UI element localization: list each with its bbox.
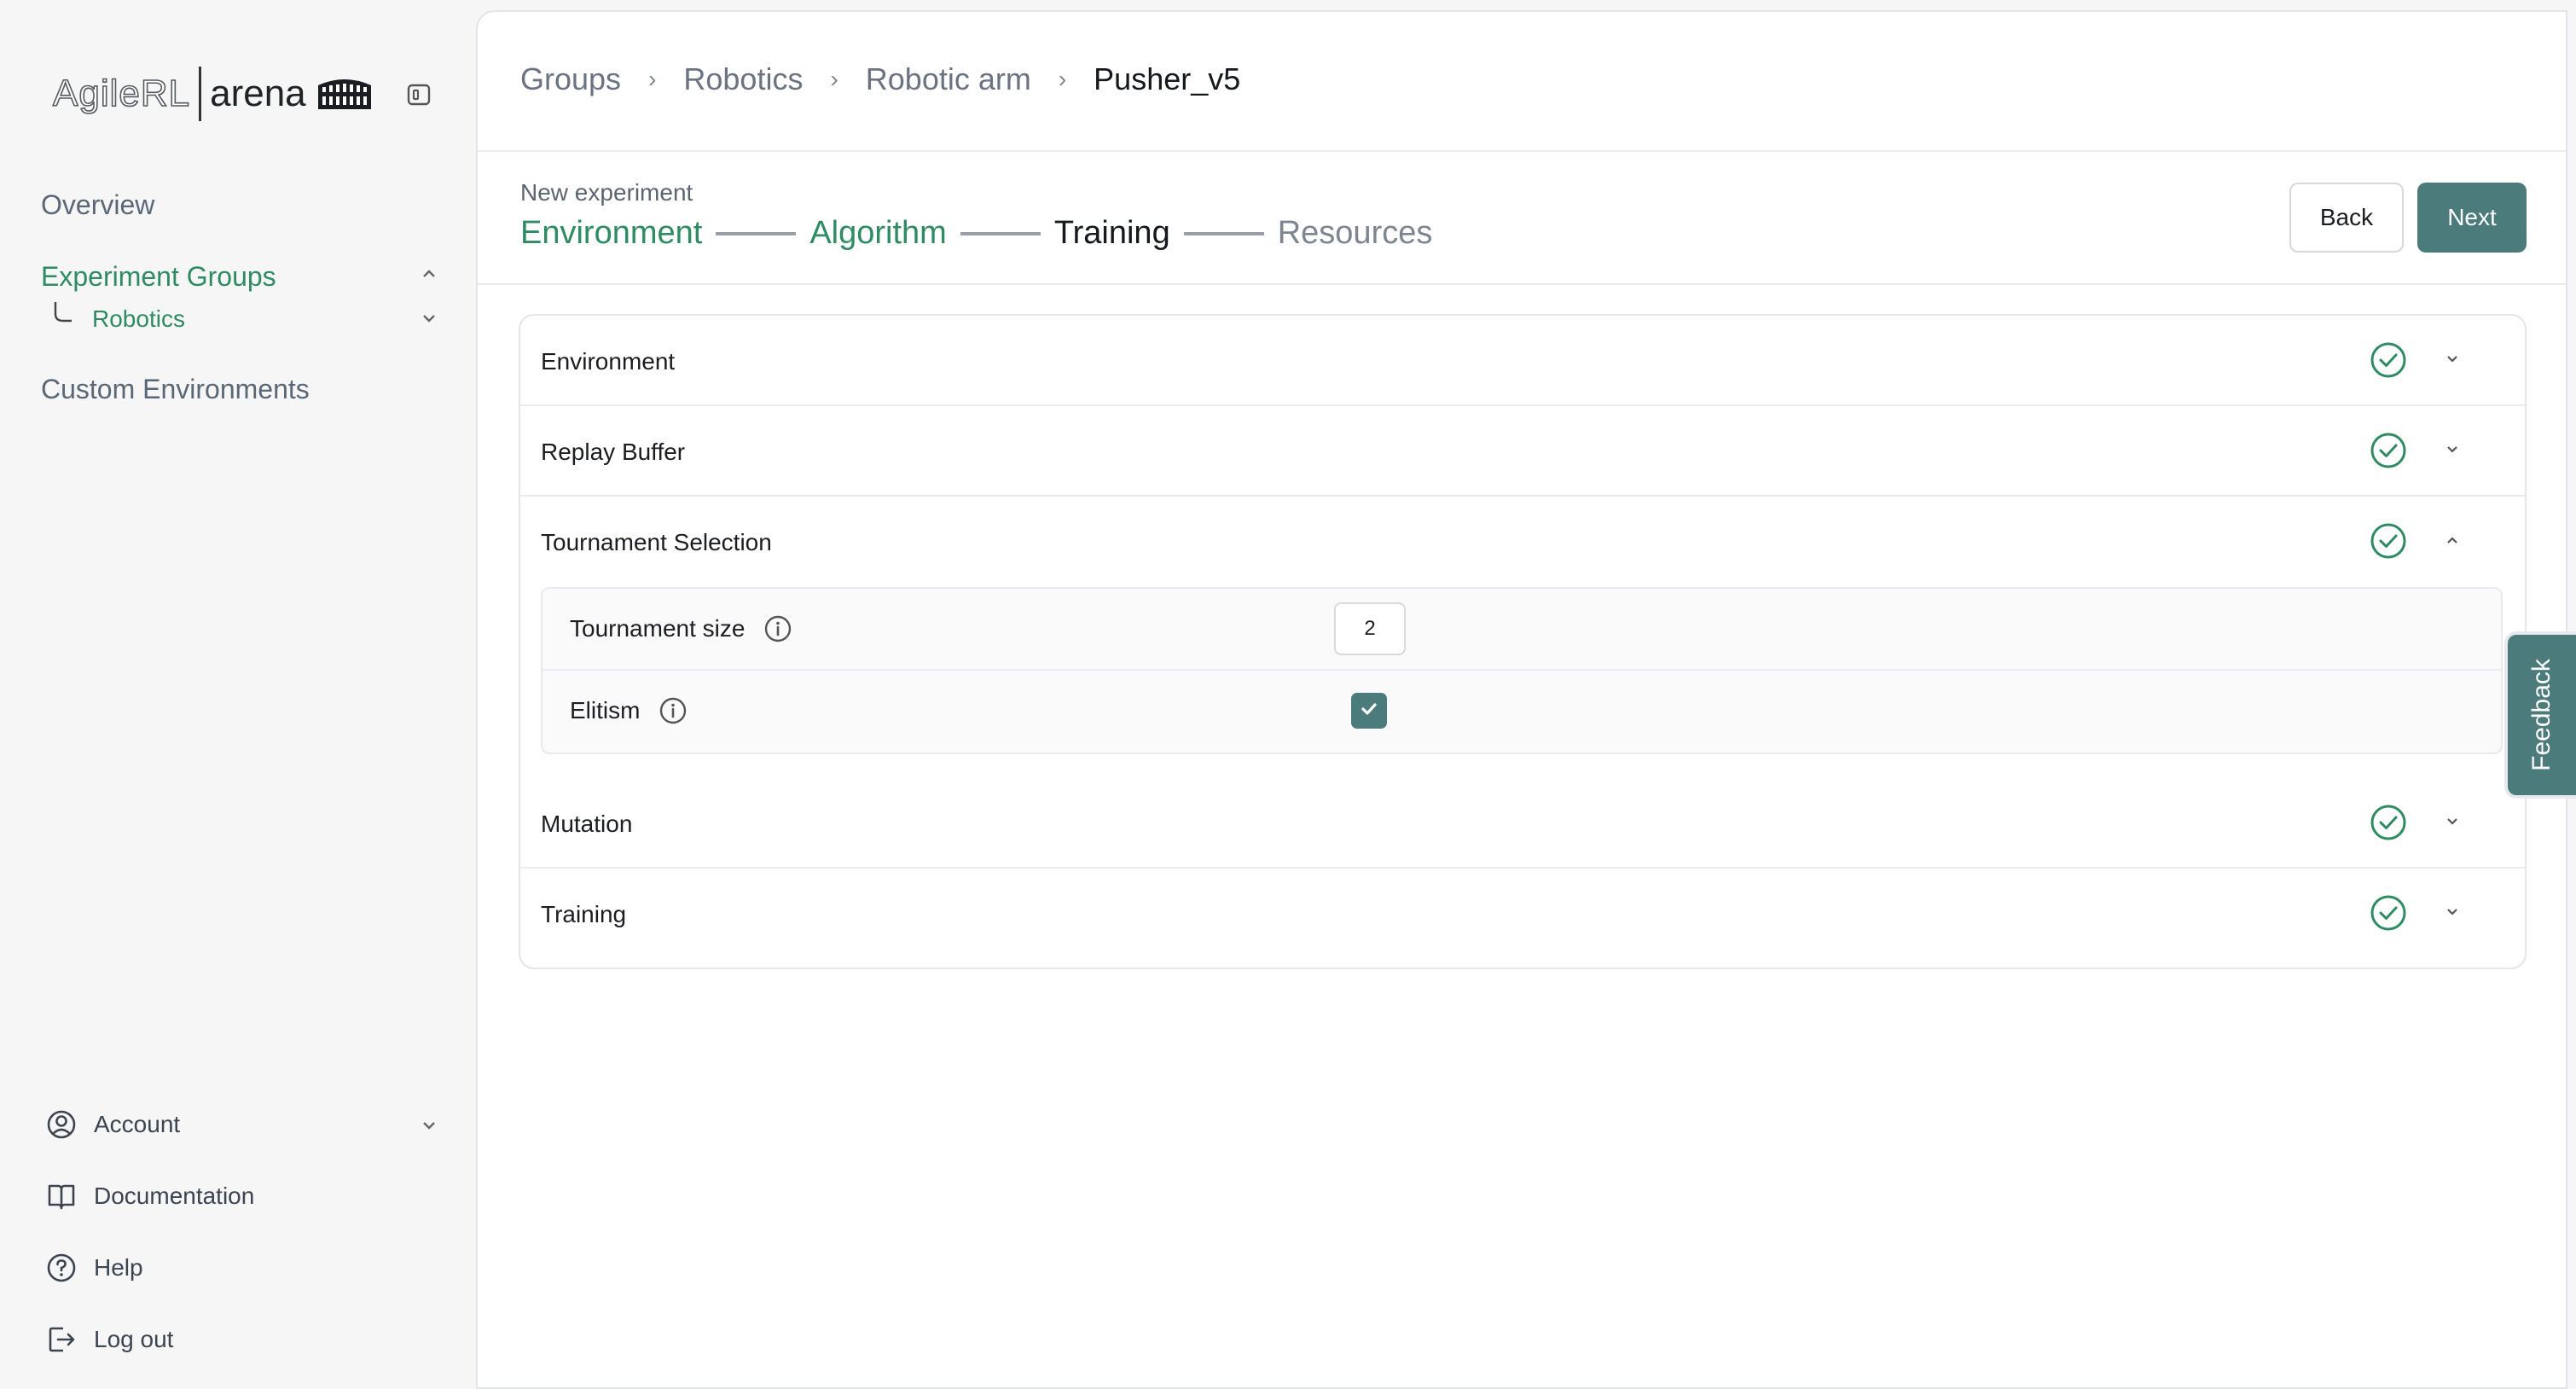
logo-arena-text: arena bbox=[210, 73, 306, 114]
breadcrumb-robotics[interactable]: Robotics bbox=[683, 61, 803, 97]
wizard-stepper: Environment Algorithm Training Resources bbox=[520, 215, 1432, 252]
chevron-down-icon[interactable] bbox=[2443, 440, 2462, 463]
chevron-right-icon: › bbox=[648, 66, 657, 92]
breadcrumb: Groups › Robotics › Robotic arm › Pusher… bbox=[520, 61, 1240, 97]
feedback-tab[interactable]: Feedback bbox=[2504, 631, 2576, 799]
nav-account[interactable]: Account bbox=[44, 1107, 180, 1142]
breadcrumb-robotic-arm[interactable]: Robotic arm bbox=[866, 61, 1031, 97]
step-training[interactable]: Training bbox=[1054, 215, 1170, 252]
next-button[interactable]: Next bbox=[2417, 183, 2527, 253]
check-circle-icon bbox=[2370, 432, 2407, 474]
section-label: Mutation bbox=[541, 811, 633, 837]
nav-logout-label: Log out bbox=[94, 1326, 174, 1352]
breadcrumb-current: Pusher_v5 bbox=[1094, 61, 1241, 96]
breadcrumb-groups[interactable]: Groups bbox=[520, 61, 621, 97]
step-environment[interactable]: Environment bbox=[520, 215, 702, 252]
chevron-down-icon[interactable] bbox=[420, 1116, 438, 1139]
info-icon[interactable] bbox=[763, 614, 792, 643]
nav-account-label: Account bbox=[94, 1111, 181, 1137]
logo-divider bbox=[199, 67, 202, 121]
accordion-training[interactable]: Training bbox=[520, 869, 2525, 959]
nav-help-label: Help bbox=[94, 1254, 143, 1281]
step-resources: Resources bbox=[1277, 215, 1433, 251]
elitism-checkbox[interactable] bbox=[1351, 693, 1387, 729]
section-label: Tournament Selection bbox=[541, 529, 772, 555]
accordion-mutation[interactable]: Mutation bbox=[520, 778, 2525, 869]
section-label: Environment bbox=[541, 348, 676, 375]
help-circle-icon bbox=[44, 1251, 78, 1285]
page-subtitle: New experiment bbox=[520, 179, 693, 206]
chevron-down-icon[interactable] bbox=[2443, 903, 2462, 926]
chevron-up-icon[interactable] bbox=[420, 264, 438, 288]
chevron-down-icon[interactable] bbox=[420, 309, 438, 332]
header-divider bbox=[478, 150, 2566, 152]
book-icon bbox=[44, 1179, 78, 1213]
checkmark-icon bbox=[1358, 698, 1380, 724]
chevron-down-icon[interactable] bbox=[2443, 812, 2462, 835]
chevron-right-icon: › bbox=[1058, 66, 1067, 92]
chevron-up-icon[interactable] bbox=[2443, 531, 2462, 554]
check-circle-icon bbox=[2370, 522, 2407, 564]
feedback-label: Feedback bbox=[2527, 659, 2556, 771]
nav-help[interactable]: Help bbox=[44, 1251, 143, 1285]
tournament-size-label: Tournament size bbox=[570, 615, 746, 642]
info-icon[interactable] bbox=[659, 696, 688, 725]
step-connector bbox=[1183, 231, 1264, 235]
nav-logout[interactable]: Log out bbox=[44, 1322, 173, 1357]
nav-sub-robotics-label: Robotics bbox=[92, 305, 185, 332]
tournament-selection-panel: Tournament size Elitism bbox=[541, 587, 2503, 754]
chevron-down-icon[interactable] bbox=[2443, 350, 2462, 373]
check-circle-icon bbox=[2370, 804, 2407, 846]
chevron-right-icon: › bbox=[830, 66, 838, 92]
user-circle-icon bbox=[44, 1107, 78, 1142]
step-connector bbox=[716, 231, 797, 235]
tournament-size-input[interactable] bbox=[1334, 602, 1406, 655]
agilerl-arena-logo[interactable]: AgileRL arena bbox=[52, 67, 373, 121]
sidebar: AgileRL arena Overview Experiment Groups… bbox=[0, 0, 476, 1389]
tournament-size-row: Tournament size bbox=[542, 589, 2501, 671]
stepper-divider bbox=[478, 283, 2566, 285]
section-label: Training bbox=[541, 901, 627, 927]
config-accordion: Environment Replay Buffer Tournament Sel… bbox=[519, 314, 2527, 969]
nav-custom-environments[interactable]: Custom Environments bbox=[41, 374, 310, 405]
step-connector bbox=[960, 231, 1041, 235]
tournament-size-field-label: Tournament size bbox=[570, 614, 792, 643]
logout-icon bbox=[44, 1322, 78, 1357]
step-algorithm[interactable]: Algorithm bbox=[809, 215, 947, 252]
elitism-field-label: Elitism bbox=[570, 696, 688, 725]
nav-overview[interactable]: Overview bbox=[41, 189, 154, 221]
logo-agilerl-text: AgileRL bbox=[52, 72, 191, 115]
elitism-row: Elitism bbox=[542, 671, 2501, 753]
accordion-environment[interactable]: Environment bbox=[520, 316, 2525, 406]
colosseum-icon bbox=[316, 73, 373, 115]
nav-documentation-label: Documentation bbox=[94, 1183, 255, 1209]
sidebar-collapse-icon[interactable] bbox=[406, 82, 432, 108]
nav-experiment-groups[interactable]: Experiment Groups bbox=[41, 261, 276, 293]
nav-documentation[interactable]: Documentation bbox=[44, 1179, 254, 1213]
main-panel: Groups › Robotics › Robotic arm › Pusher… bbox=[476, 10, 2567, 1389]
elitism-label: Elitism bbox=[570, 697, 641, 724]
back-button[interactable]: Back bbox=[2289, 183, 2404, 253]
check-circle-icon bbox=[2370, 894, 2407, 936]
section-label: Replay Buffer bbox=[541, 439, 686, 465]
check-circle-icon bbox=[2370, 341, 2407, 383]
accordion-replay-buffer[interactable]: Replay Buffer bbox=[520, 406, 2525, 497]
accordion-tournament-selection[interactable]: Tournament Selection bbox=[520, 497, 2525, 587]
tree-branch-icon bbox=[53, 300, 73, 328]
nav-sub-robotics[interactable]: Robotics bbox=[53, 300, 185, 333]
